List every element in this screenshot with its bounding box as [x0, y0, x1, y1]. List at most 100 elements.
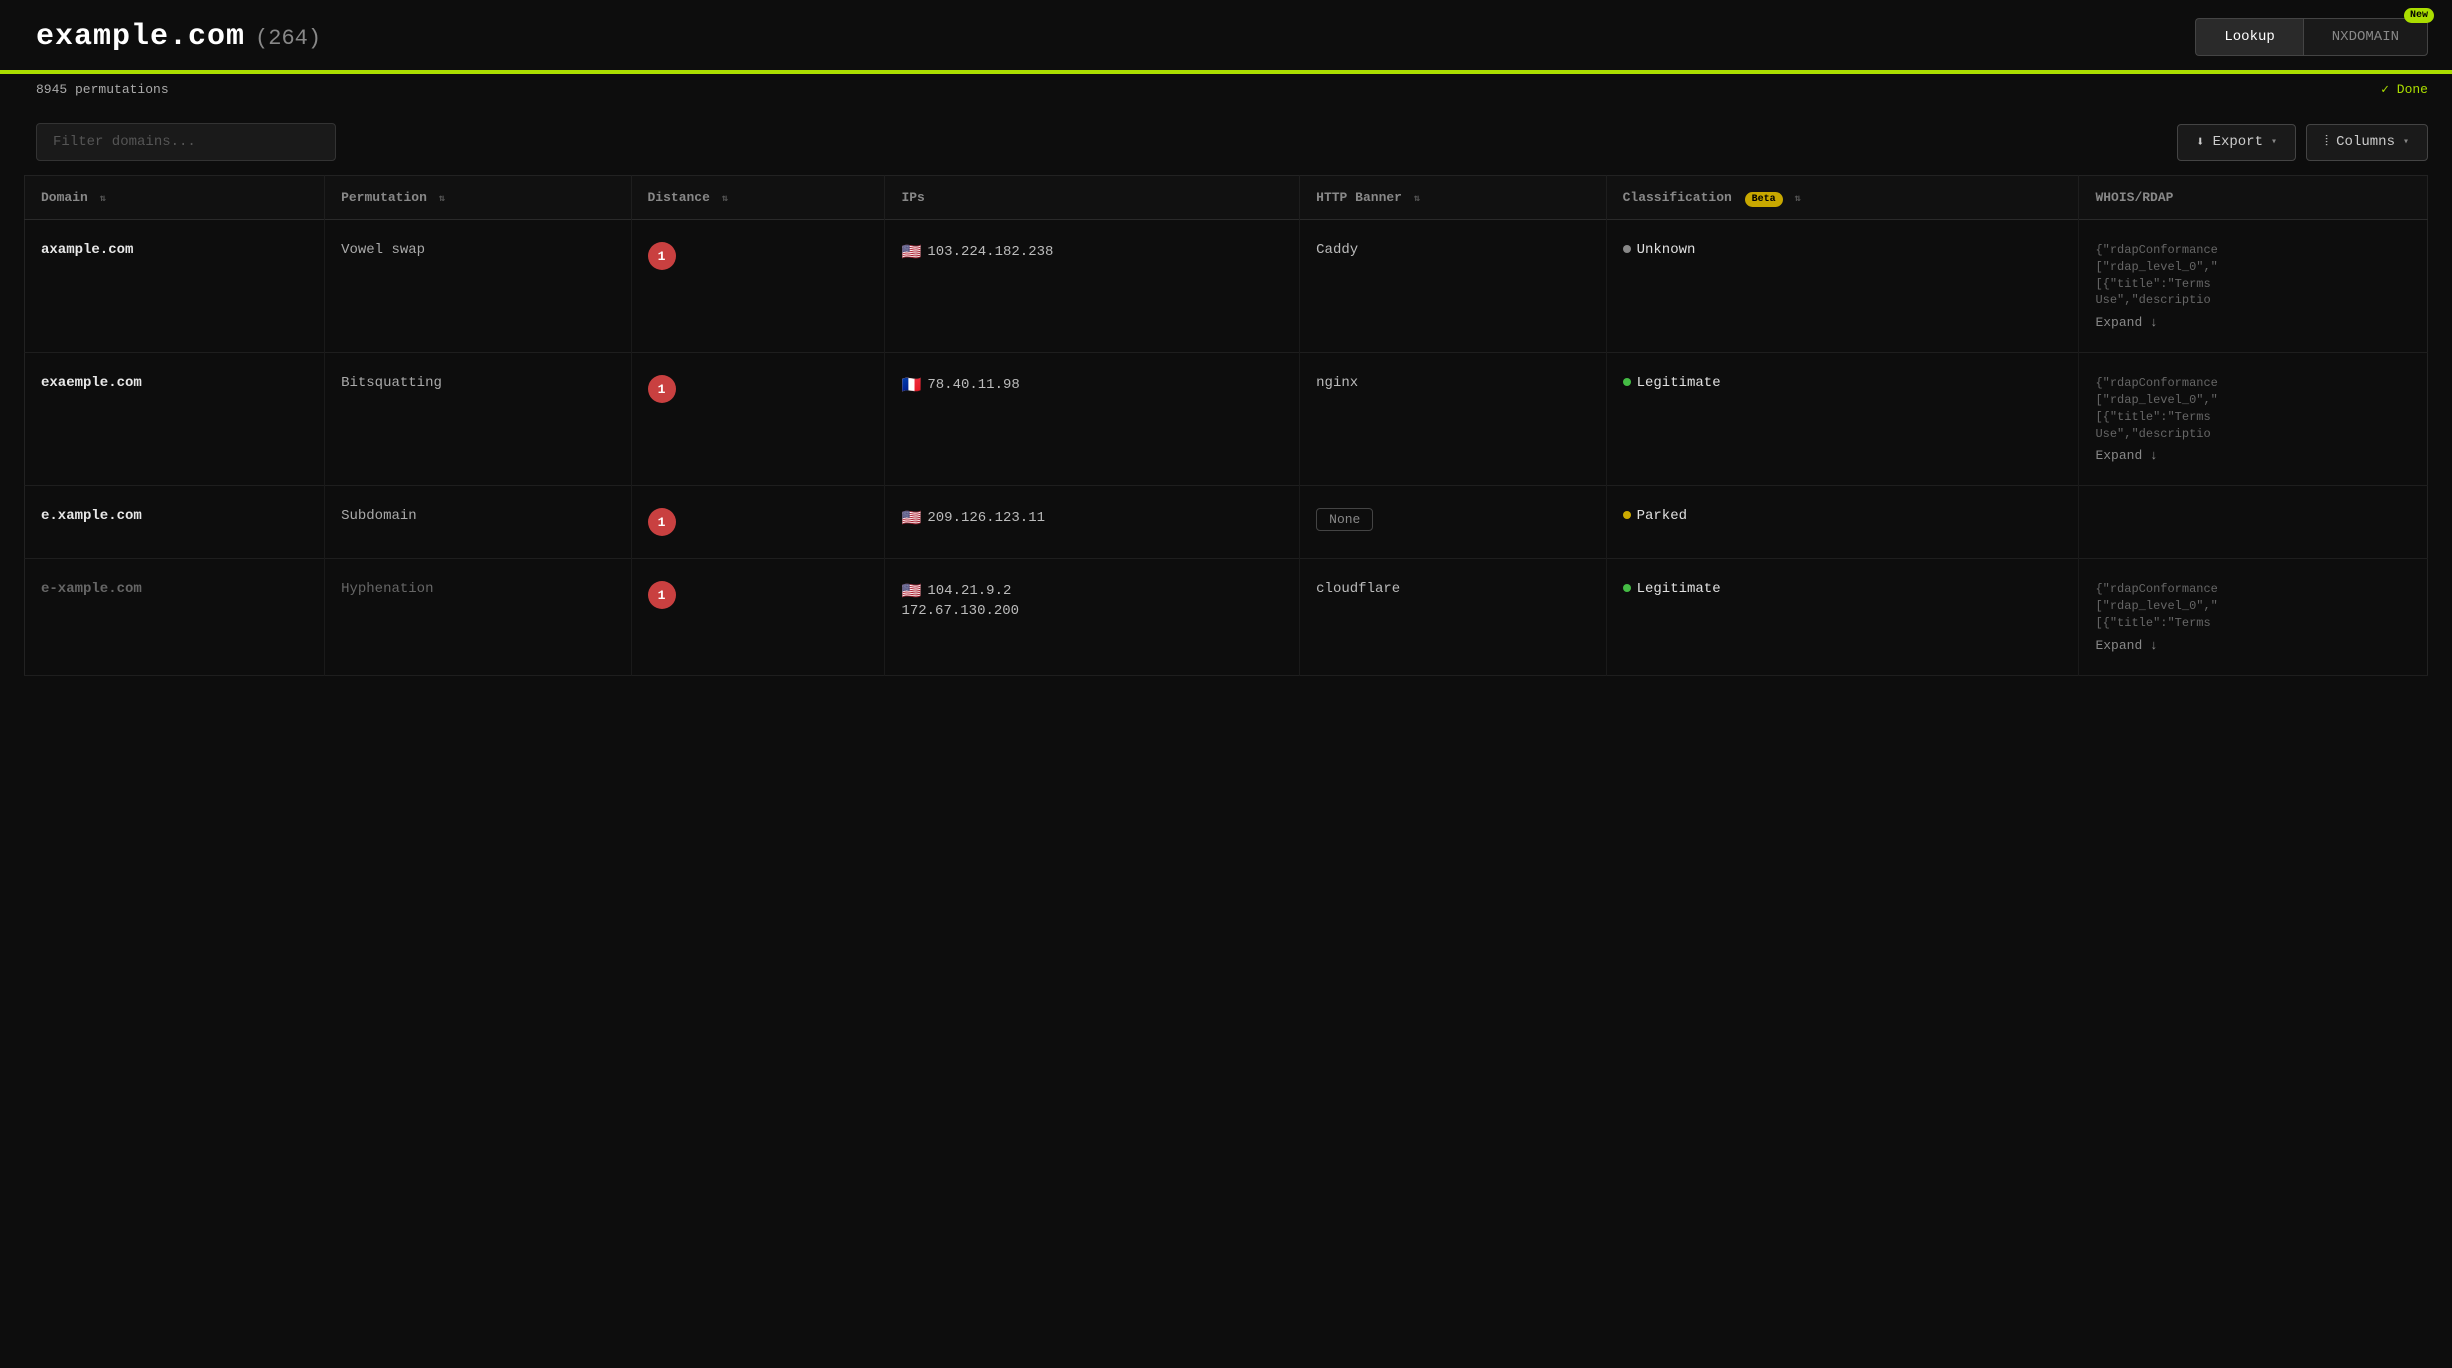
col-classification-label: Classification [1623, 190, 1732, 205]
http-banner-value: nginx [1316, 375, 1358, 391]
table-row: e-xample.com Hyphenation 1 🇺🇸 104.21.9.2 172.… [25, 559, 2428, 675]
col-distance[interactable]: Distance ⇅ [631, 176, 885, 220]
cell-permutation: Hyphenation [325, 559, 631, 675]
whois-content: {"rdapConformance["rdap_level_0","[{"tit… [2095, 242, 2295, 330]
columns-button[interactable]: ⦙ Columns ▾ [2306, 124, 2428, 161]
cell-permutation: Bitsquatting [325, 353, 631, 486]
status-done: Done [2381, 82, 2428, 97]
ip-entry: 🇫🇷 78.40.11.98 [901, 375, 1283, 395]
domain-sort-icon: ⇅ [100, 194, 106, 205]
col-permutation[interactable]: Permutation ⇅ [325, 176, 631, 220]
col-http-banner[interactable]: HTTP Banner ⇅ [1300, 176, 1606, 220]
whois-line: [{"title":"Terms [2095, 409, 2275, 426]
classification-value: Legitimate [1637, 375, 1721, 391]
cell-distance: 1 [631, 486, 885, 559]
col-ips-label: IPs [901, 190, 924, 205]
export-chevron-icon: ▾ [2271, 136, 2277, 148]
cell-domain: axample.com [25, 220, 325, 353]
cell-domain: e-xample.com [25, 559, 325, 675]
cell-distance: 1 [631, 353, 885, 486]
cell-domain: exaemple.com [25, 353, 325, 486]
export-label: Export [2213, 134, 2263, 150]
table-row: e.xample.comSubdomain1🇺🇸209.126.123.11No… [25, 486, 2428, 559]
ip-line: 🇺🇸 104.21.9.2 [901, 581, 1283, 601]
col-permutation-label: Permutation [341, 190, 427, 205]
classification-value: Parked [1637, 508, 1687, 524]
whois-line: Use","descriptio [2095, 426, 2275, 443]
cell-distance: 1 [631, 559, 885, 675]
cell-whois [2079, 486, 2428, 559]
ip-value: 104.21.9.2 [927, 583, 1011, 599]
header-buttons: Lookup NXDOMAIN New [2195, 18, 2428, 56]
expand-link[interactable]: Expand ↓ [2095, 638, 2295, 653]
whois-line: ["rdap_level_0"," [2095, 259, 2275, 276]
export-icon: ⬇ [2196, 134, 2204, 151]
whois-content: {"rdapConformance["rdap_level_0","[{"tit… [2095, 375, 2295, 463]
nxdomain-button[interactable]: NXDOMAIN [2303, 18, 2428, 56]
results-table: Domain ⇅ Permutation ⇅ Distance ⇅ IPs HT… [24, 175, 2428, 676]
ip-value: 172.67.130.200 [901, 603, 1019, 619]
classification-dot [1623, 245, 1631, 253]
cell-whois: {"rdapConformance["rdap_level_0","[{"tit… [2079, 559, 2428, 675]
cell-domain: e.xample.com [25, 486, 325, 559]
expand-link[interactable]: Expand ↓ [2095, 315, 2295, 330]
flag-icon: 🇺🇸 [901, 581, 921, 601]
flag-icon: 🇺🇸 [901, 242, 921, 262]
distance-sort-icon: ⇅ [722, 194, 728, 205]
classification-dot [1623, 584, 1631, 592]
result-count: (264) [255, 26, 321, 51]
cell-classification: Unknown [1606, 220, 2079, 353]
ip-value: 103.224.182.238 [927, 244, 1053, 260]
filter-input[interactable] [36, 123, 336, 161]
classification-sort-icon: ⇅ [1794, 194, 1800, 205]
domain-value: e-xample.com [41, 581, 142, 597]
page-title: example.com [36, 20, 245, 54]
ip-entry: 🇺🇸 103.224.182.238 [901, 242, 1283, 262]
flag-icon: 🇫🇷 [901, 375, 921, 395]
ip-value: 209.126.123.11 [927, 510, 1045, 526]
distance-badge: 1 [648, 581, 676, 609]
cell-http-banner: nginx [1300, 353, 1606, 486]
lookup-button[interactable]: Lookup [2195, 18, 2302, 56]
ip-entry-multi: 🇺🇸 104.21.9.2 172.67.130.200 [901, 581, 1283, 619]
whois-line: ["rdap_level_0"," [2095, 598, 2275, 615]
cell-ips: 🇺🇸 103.224.182.238 [885, 220, 1300, 353]
col-classification[interactable]: Classification Beta ⇅ [1606, 176, 2079, 220]
http-banner-value: cloudflare [1316, 581, 1400, 597]
export-button[interactable]: ⬇ Export ▾ [2177, 124, 2296, 161]
nxdomain-wrapper: NXDOMAIN New [2303, 18, 2428, 56]
permutation-sort-icon: ⇅ [439, 194, 445, 205]
whois-line: Use","descriptio [2095, 292, 2275, 309]
table-header-row: Domain ⇅ Permutation ⇅ Distance ⇅ IPs HT… [25, 176, 2428, 220]
http-banner-sort-icon: ⇅ [1414, 194, 1420, 205]
beta-badge: Beta [1745, 192, 1783, 207]
table-row: exaemple.com Bitsquatting 1 🇫🇷 78.40.11.98 ng… [25, 353, 2428, 486]
cell-whois: {"rdapConformance["rdap_level_0","[{"tit… [2079, 353, 2428, 486]
permutations-label: 8945 permutations [36, 82, 169, 97]
classification-dot [1623, 511, 1631, 519]
cell-classification: Parked [1606, 486, 2079, 559]
whois-line: {"rdapConformance [2095, 581, 2275, 598]
classification-value: Unknown [1637, 242, 1696, 258]
distance-badge: 1 [648, 508, 676, 536]
classification-dot [1623, 378, 1631, 386]
ip-line: 172.67.130.200 [901, 603, 1283, 619]
permutation-value: Vowel swap [341, 242, 425, 258]
permutation-value: Bitsquatting [341, 375, 442, 391]
cell-ips: 🇺🇸 104.21.9.2 172.67.130.200 [885, 559, 1300, 675]
status-row: 8945 permutations Done [0, 74, 2452, 105]
cell-permutation: Vowel swap [325, 220, 631, 353]
none-badge: None [1316, 508, 1373, 531]
col-whois: WHOIS/RDAP [2079, 176, 2428, 220]
header-title-group: example.com (264) [36, 20, 321, 54]
col-domain[interactable]: Domain ⇅ [25, 176, 325, 220]
new-badge: New [2404, 8, 2434, 23]
ip-value: 78.40.11.98 [927, 377, 1019, 393]
expand-link[interactable]: Expand ↓ [2095, 448, 2295, 463]
whois-line: [{"title":"Terms [2095, 615, 2275, 632]
whois-line: ["rdap_level_0"," [2095, 392, 2275, 409]
col-ips[interactable]: IPs [885, 176, 1300, 220]
ip-entry: 🇺🇸209.126.123.11 [901, 508, 1283, 528]
whois-line: {"rdapConformance [2095, 375, 2275, 392]
cell-distance: 1 [631, 220, 885, 353]
